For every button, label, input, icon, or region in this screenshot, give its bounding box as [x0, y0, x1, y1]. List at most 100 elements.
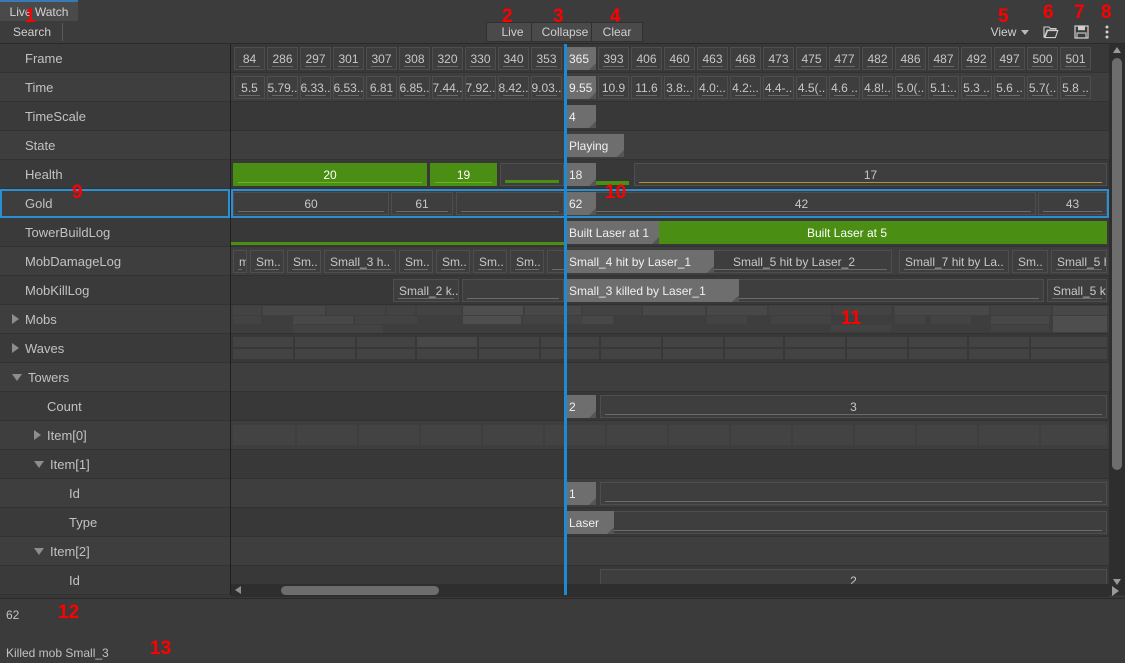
gold-cell-future-0[interactable]: 42 [567, 192, 1036, 215]
playhead-cursor[interactable] [564, 44, 567, 595]
time-cell-future-9[interactable]: 5.0(.. [895, 76, 926, 99]
frame-cell-future-14[interactable]: 501 [1060, 47, 1091, 70]
time-cell-future-14[interactable]: 5.8 .. [1060, 76, 1091, 99]
time-cell-future-5[interactable]: 4.4-.. [763, 76, 794, 99]
tree-toggle-open-icon[interactable] [34, 460, 44, 468]
time-cell-future-4[interactable]: 4.2:.. [730, 76, 761, 99]
timescale-current-chip[interactable]: 4 [564, 105, 596, 128]
timeline-row-health[interactable]: 20 19 17 18 [231, 160, 1109, 189]
frame-cell-future-2[interactable]: 460 [664, 47, 695, 70]
mobdamage-future-0[interactable]: Small_5 hit by Laser_2 [691, 250, 892, 273]
frame-cell-future-3[interactable]: 463 [697, 47, 728, 70]
tree-item-mobkilllog[interactable]: MobKillLog [0, 276, 230, 305]
time-current-chip[interactable]: 9.55 [564, 76, 596, 99]
time-cell-future-6[interactable]: 4.5(.. [796, 76, 827, 99]
view-dropdown[interactable]: View [981, 22, 1039, 42]
frame-cell-past-1[interactable]: 286 [267, 47, 298, 70]
mobkill-future-spacer[interactable] [709, 279, 1044, 302]
health-current-chip[interactable]: 18 [564, 163, 596, 186]
time-cell-future-0[interactable]: 10.9 [598, 76, 629, 99]
tree-item-timescale[interactable]: TimeScale [0, 102, 230, 131]
frame-current-chip[interactable]: 365 [564, 47, 596, 70]
horizontal-scrollbar[interactable] [231, 584, 1109, 597]
gold-cell-past-1[interactable]: 61 [391, 192, 453, 215]
gold-cell-past-2[interactable] [456, 192, 564, 215]
gold-current-chip[interactable]: 62 [564, 192, 596, 215]
tree-toggle-closed-icon[interactable] [12, 314, 19, 324]
frame-cell-future-10[interactable]: 487 [928, 47, 959, 70]
timeline-row-gold[interactable]: 60 61 42 43 62 [231, 189, 1109, 218]
floppy-disk-icon[interactable] [1068, 22, 1094, 42]
frame-cell-future-5[interactable]: 473 [763, 47, 794, 70]
timeline-row-mobs[interactable] [231, 305, 1109, 334]
mobkill-past-0[interactable]: Small_2 k.. [393, 279, 459, 302]
tree-toggle-closed-icon[interactable] [34, 430, 41, 440]
vertical-scroll-thumb[interactable] [1112, 58, 1122, 470]
time-cell-future-8[interactable]: 4.8!.. [862, 76, 893, 99]
tree-item-mobdamagelog[interactable]: MobDamageLog [0, 247, 230, 276]
horizontal-scroll-thumb[interactable] [281, 586, 439, 595]
tree-item-id[interactable]: Id [0, 566, 230, 595]
tree-item-state[interactable]: State [0, 131, 230, 160]
timeline-row-frame[interactable]: 84 286 297 301 307 308 320 330 340 353 393 406 460 46… [231, 44, 1109, 73]
tree-toggle-open-icon[interactable] [34, 547, 44, 555]
frame-cell-future-0[interactable]: 393 [598, 47, 629, 70]
mobkill-current-chip[interactable]: Small_3 killed by Laser_1 [564, 279, 739, 302]
time-cell-future-12[interactable]: 5.6 .. [994, 76, 1025, 99]
towers-count-current-chip[interactable]: 2 [564, 395, 596, 418]
timeline-row-waves[interactable] [231, 334, 1109, 363]
mobdamage-past-3[interactable]: Small_3 h.. [324, 250, 396, 273]
timeline-row-item1-type[interactable]: Laser [231, 508, 1109, 537]
health-bar-past-1[interactable]: 19 [430, 163, 497, 186]
mobdamage-past-5[interactable]: Sm.. [436, 250, 470, 273]
mobdamage-future-2[interactable]: Sm.. [1012, 250, 1048, 273]
item1-type-future[interactable] [606, 511, 1107, 534]
scroll-up-arrow-icon[interactable] [1113, 47, 1121, 53]
timeline-row-towers-count[interactable]: 3 2 [231, 392, 1109, 421]
frame-cell-past-3[interactable]: 301 [333, 47, 364, 70]
tree-item-towers[interactable]: Towers [0, 363, 230, 392]
tree-item-item-1-[interactable]: Item[1] [0, 450, 230, 479]
frame-cell-past-6[interactable]: 320 [432, 47, 463, 70]
frame-cell-future-1[interactable]: 406 [631, 47, 662, 70]
tree-item-towerbuildlog[interactable]: TowerBuildLog [0, 218, 230, 247]
state-current-chip[interactable]: Playing [564, 134, 624, 157]
towerbuild-future-0[interactable]: Built Laser at 5 [587, 221, 1107, 244]
tree-item-gold[interactable]: Gold [0, 189, 230, 218]
tree-toggle-open-icon[interactable] [12, 373, 22, 381]
timeline-row-state[interactable]: Playing [231, 131, 1109, 160]
tree-item-waves[interactable]: Waves [0, 334, 230, 363]
time-cell-past-5[interactable]: 6.85.. [399, 76, 430, 99]
item1-id-current-chip[interactable]: 1 [564, 482, 596, 505]
kebab-menu-icon[interactable] [1098, 22, 1116, 42]
timeline-row-item1-id[interactable]: 1 [231, 479, 1109, 508]
time-cell-past-0[interactable]: 5.5 [234, 76, 265, 99]
frame-cell-past-9[interactable]: 353 [531, 47, 562, 70]
timeline-row-towers[interactable] [231, 363, 1109, 392]
mobdamage-current-chip[interactable]: Small_4 hit by Laser_1 [564, 250, 714, 273]
mobdamage-past-4[interactable]: Sm.. [399, 250, 433, 273]
time-cell-future-7[interactable]: 4.6 .. [829, 76, 860, 99]
health-bar-future-0[interactable]: 17 [634, 163, 1107, 186]
gold-cell-past-0[interactable]: 60 [233, 192, 389, 215]
time-cell-past-6[interactable]: 7.44.. [432, 76, 463, 99]
time-cell-future-3[interactable]: 4.0:.. [697, 76, 728, 99]
time-cell-future-11[interactable]: 5.3 .. [961, 76, 992, 99]
timeline-row-item2[interactable] [231, 537, 1109, 566]
time-cell-past-1[interactable]: 5.79.. [267, 76, 298, 99]
time-cell-past-9[interactable]: 9.03.. [531, 76, 562, 99]
mobdamage-future-3[interactable]: Small_5 hit b [1051, 250, 1107, 273]
mobdamage-past-7[interactable]: Sm.. [510, 250, 544, 273]
tree-item-type[interactable]: Type [0, 508, 230, 537]
frame-cell-past-2[interactable]: 297 [300, 47, 331, 70]
timeline-row-towerbuildlog[interactable]: Built Laser at 5 Built Laser at 1 [231, 218, 1109, 247]
time-cell-past-2[interactable]: 6.33.. [300, 76, 331, 99]
time-cell-future-1[interactable]: 11.6 [631, 76, 662, 99]
mobdamage-future-1[interactable]: Small_7 hit by La.. [899, 250, 1009, 273]
towers-count-future-0[interactable]: 3 [600, 395, 1107, 418]
timeline-row-time[interactable]: 5.5 5.79.. 6.33.. 6.53.. 6.81 6.85.. 7.44.. 7.9… [231, 73, 1109, 102]
mobdamage-past-0[interactable]: m.. [233, 250, 247, 273]
timeline-viewport[interactable]: 84 286 297 301 307 308 320 330 340 353 393 406 460 46… [231, 44, 1109, 595]
mobdamage-past-1[interactable]: Sm.. [250, 250, 284, 273]
mobdamage-past-2[interactable]: Sm.. [287, 250, 321, 273]
